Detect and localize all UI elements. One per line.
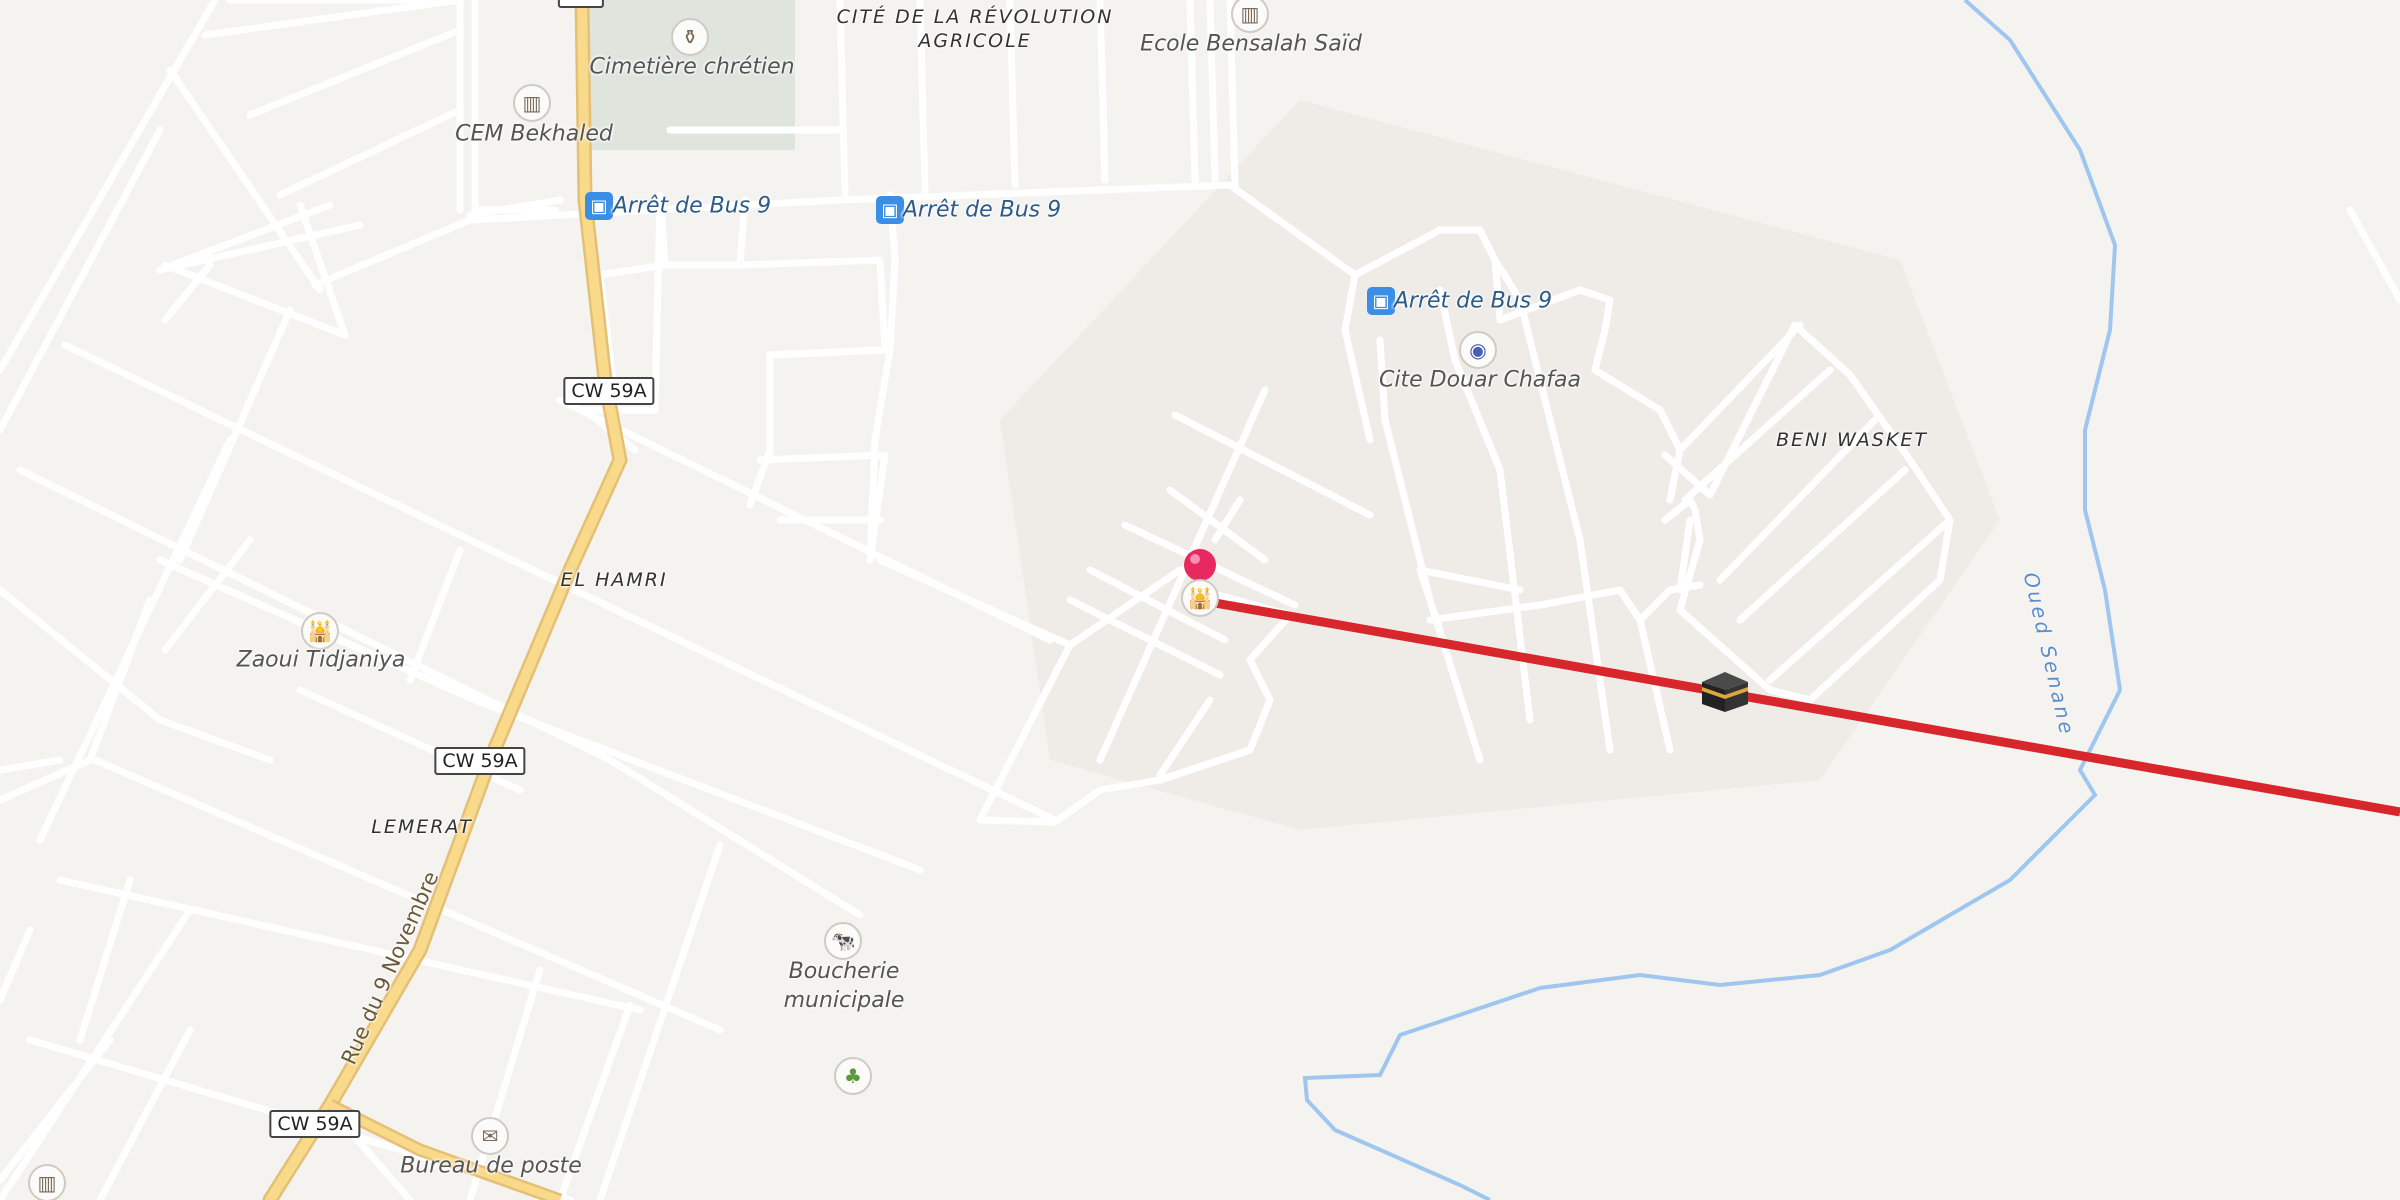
kaaba-icon[interactable] (1700, 670, 1750, 714)
plant-icon[interactable]: ♣ (834, 1057, 872, 1095)
road-shield: CW 59A (269, 1110, 361, 1138)
map-canvas[interactable]: 🕌 ⚱ ▥ ▥ ◉ 🕌 🐄 ♣ ✉ ▥ ▣ ▣ ▣ Arrêt de Bus 9… (0, 0, 2400, 1200)
area-label: LEMERAT (371, 816, 473, 838)
bus-stop-label[interactable]: Arrêt de Bus 9 (903, 198, 1061, 223)
mail-icon[interactable]: ✉ (471, 1117, 509, 1155)
bus-stop-label[interactable]: Arrêt de Bus 9 (1394, 289, 1552, 314)
bus-stop-label[interactable]: Arrêt de Bus 9 (613, 194, 771, 219)
place-label-mosque[interactable]: Zaoui Tidjaniya (237, 648, 406, 673)
area-label: EL HAMRI (560, 569, 668, 591)
place-label-post[interactable]: Bureau de poste (400, 1154, 582, 1179)
road-shield-partial (557, 0, 605, 8)
bus-icon[interactable]: ▣ (876, 196, 904, 224)
place-label-cemetery[interactable]: Cimetière chrétien (589, 55, 794, 80)
area-label: BENI WASKET (1776, 429, 1928, 451)
mosque-icon[interactable]: 🕌 (301, 612, 339, 650)
school-icon[interactable]: ▥ (513, 84, 551, 122)
cemetery-icon[interactable]: ⚱ (671, 18, 709, 56)
road-shield: CW 59A (434, 747, 526, 775)
mosque-icon[interactable]: 🕌 (1181, 579, 1219, 617)
road-shield: CW 59A (563, 377, 655, 405)
main-road (262, 0, 628, 1200)
bus-icon[interactable]: ▣ (1367, 287, 1395, 315)
camera-icon[interactable]: ◉ (1459, 331, 1497, 369)
place-label-school[interactable]: CEM Bekhaled (455, 122, 613, 147)
bus-icon[interactable]: ▣ (585, 192, 613, 220)
area-label: CITÉ DE LA RÉVOLUTION AGRICOLE (836, 6, 1114, 52)
place-label-butcher[interactable]: Boucherie municipale (769, 957, 919, 1015)
cow-icon[interactable]: 🐄 (824, 922, 862, 960)
place-label-camera[interactable]: Cite Douar Chafaa (1379, 368, 1581, 393)
place-label-school[interactable]: Ecole Bensalah Saïd (1140, 32, 1362, 57)
school-icon[interactable]: ▥ (28, 1164, 66, 1200)
